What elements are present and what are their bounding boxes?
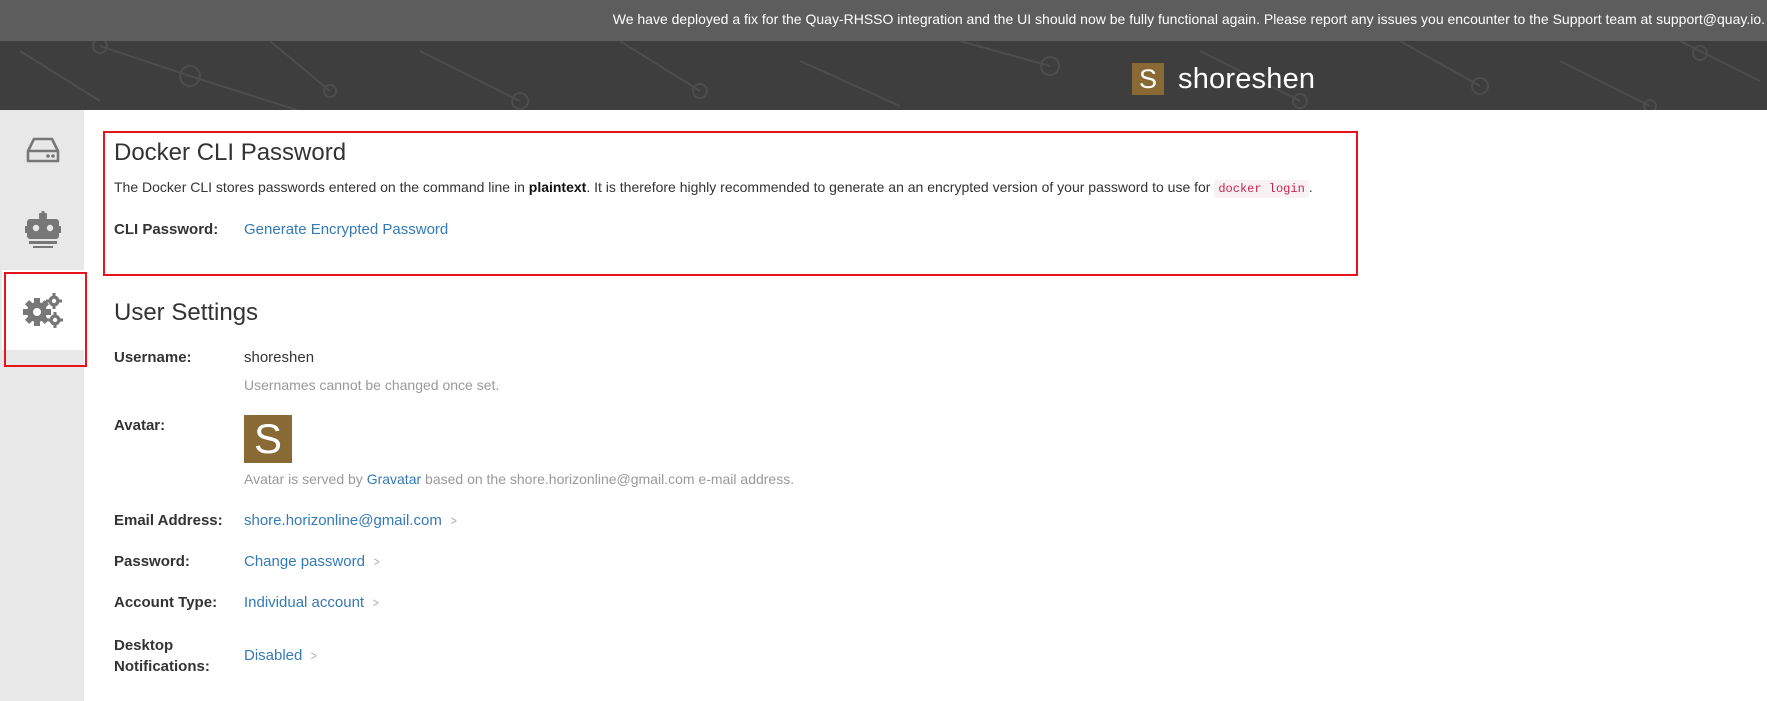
email-label: Email Address: — [114, 512, 223, 529]
chevron-right-icon: > — [311, 648, 318, 663]
desktop-notifications-setting[interactable]: Disabled > — [244, 647, 318, 664]
desktop-notifications-label: Desktop Notifications: — [114, 637, 210, 675]
announcement-banner: We have deployed a fix for the Quay-RHSS… — [0, 0, 1767, 41]
user-settings-title: User Settings — [114, 299, 259, 326]
docker-cli-description: The Docker CLI stores passwords entered … — [114, 179, 1313, 198]
change-password-link[interactable]: Change password — [244, 553, 365, 570]
avatar: S — [1132, 63, 1164, 95]
sidebar-item-robots[interactable] — [2, 190, 84, 270]
avatar-help: Avatar is served by Gravatar based on th… — [244, 471, 795, 487]
avatar-label: Avatar: — [114, 417, 166, 434]
account-type-setting[interactable]: Individual account > — [244, 594, 380, 611]
chevron-right-icon: > — [372, 595, 379, 610]
sidebar — [0, 110, 84, 701]
docker-cli-title: Docker CLI Password — [114, 139, 347, 166]
cli-password-label: CLI Password: — [114, 221, 219, 238]
avatar-large: S — [244, 415, 292, 463]
settings-highlight-box — [4, 272, 87, 367]
user-menu[interactable]: S shoreshen — [1132, 63, 1315, 95]
email-link[interactable]: shore.horizonline@gmail.com — [244, 512, 442, 529]
password-setting[interactable]: Change password > — [244, 553, 381, 570]
robot-icon — [25, 211, 61, 248]
chevron-right-icon: > — [450, 513, 457, 528]
username-value: shoreshen — [244, 349, 315, 366]
notifications-link[interactable]: Disabled — [244, 647, 302, 664]
hard-drive-icon — [26, 137, 60, 163]
header-bar: S shoreshen — [0, 41, 1767, 110]
docker-login-code: docker login — [1214, 180, 1309, 198]
banner-text: We have deployed a fix for the Quay-RHSS… — [612, 11, 1765, 27]
username-label: Username: — [114, 349, 192, 366]
header-username: shoreshen — [1178, 62, 1316, 95]
password-label: Password: — [114, 553, 190, 570]
gravatar-link[interactable]: Gravatar — [367, 471, 421, 487]
username-help: Usernames cannot be changed once set. — [244, 377, 500, 393]
chevron-right-icon: > — [373, 554, 380, 569]
sidebar-item-repositories[interactable] — [2, 110, 84, 190]
generate-encrypted-password-link[interactable]: Generate Encrypted Password — [244, 221, 448, 238]
header-network-pattern — [19, 41, 1761, 110]
account-type-link[interactable]: Individual account — [244, 594, 364, 611]
account-type-label: Account Type: — [114, 594, 218, 611]
email-setting[interactable]: shore.horizonline@gmail.com > — [244, 512, 457, 529]
